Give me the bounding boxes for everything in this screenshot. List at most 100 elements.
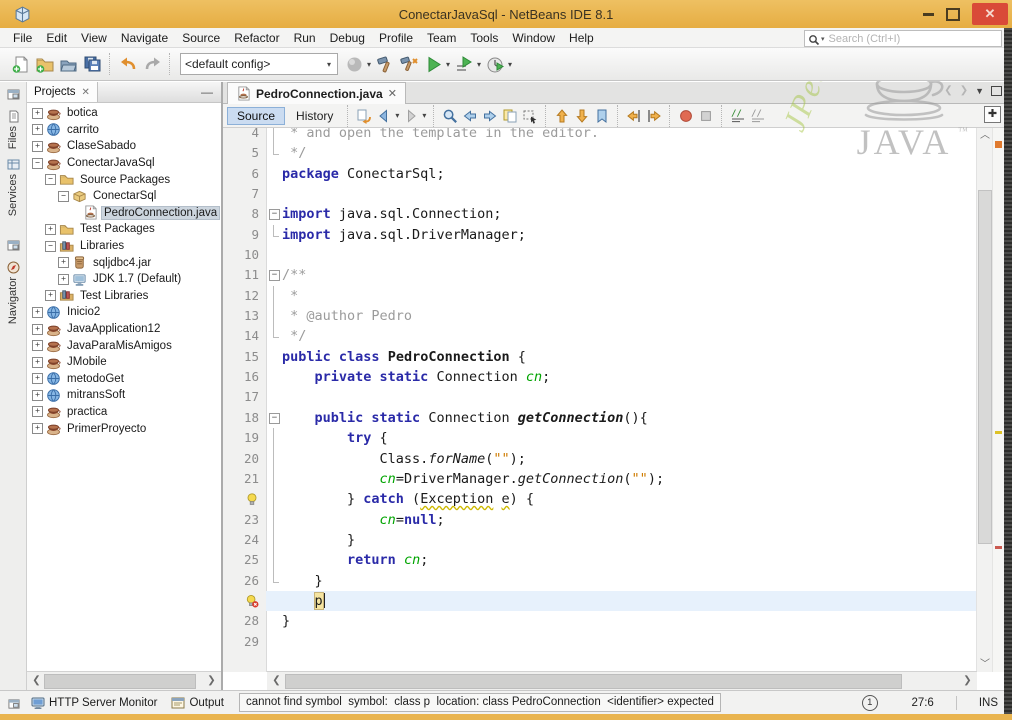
maximize-editor-icon[interactable] bbox=[991, 85, 1002, 96]
code-line-5[interactable]: 5 */ bbox=[223, 143, 977, 163]
tree-item-clasesabado[interactable]: + ClaseSabado bbox=[27, 138, 221, 155]
code-line-28[interactable]: 28} bbox=[223, 611, 977, 631]
dock-window-icon[interactable] bbox=[8, 697, 20, 709]
code-line-20[interactable]: 20 Class.forName(""); bbox=[223, 448, 977, 469]
tree-item-jmobile[interactable]: + JMobile bbox=[27, 354, 221, 371]
view-toggle-history[interactable]: History bbox=[287, 108, 342, 124]
expand-toggle-icon[interactable]: + bbox=[32, 140, 43, 152]
warning-stripe-mark[interactable] bbox=[995, 431, 1002, 434]
projects-h-scrollbar[interactable]: ❮ ❯ bbox=[27, 671, 221, 690]
split-editor-icon[interactable]: ✚ bbox=[984, 106, 1001, 123]
find-previous-icon[interactable] bbox=[460, 106, 480, 126]
menu-item-profile[interactable]: Profile bbox=[372, 28, 420, 48]
code-line-24[interactable]: 24 } bbox=[223, 529, 977, 551]
save-all-icon[interactable] bbox=[80, 52, 104, 76]
line-number[interactable]: 4 bbox=[223, 128, 266, 143]
forward-icon[interactable] bbox=[401, 106, 421, 126]
code-line-12[interactable]: 12 * bbox=[223, 285, 977, 307]
line-number[interactable]: 20 bbox=[223, 449, 266, 469]
tree-item-test-packages[interactable]: + Test Packages bbox=[27, 221, 221, 238]
line-number[interactable]: 19 bbox=[223, 428, 266, 448]
tree-item-conectarjavasql[interactable]: − ConectarJavaSql bbox=[27, 155, 221, 172]
code-line-18[interactable]: 18− public static Connection getConnecti… bbox=[223, 408, 977, 428]
view-toggle-source[interactable]: Source bbox=[227, 106, 286, 125]
expand-toggle-icon[interactable]: + bbox=[32, 423, 43, 435]
code-line-17[interactable]: 17 bbox=[223, 387, 977, 407]
code-line-26[interactable]: 26 } bbox=[223, 570, 977, 591]
stop-macro-icon[interactable] bbox=[696, 106, 716, 126]
rail-tab-navigator[interactable]: Navigator bbox=[7, 277, 19, 324]
dock-window-icon[interactable] bbox=[7, 88, 20, 101]
expand-toggle-icon[interactable]: + bbox=[32, 406, 43, 418]
tab-pedroconnection-java[interactable]: PedroConnection.java ✕ bbox=[227, 82, 406, 104]
code-line-19[interactable]: 19 try { bbox=[223, 428, 977, 449]
last-edit-icon[interactable] bbox=[354, 106, 374, 126]
close-icon[interactable]: ✕ bbox=[972, 3, 1008, 25]
code-line-9[interactable]: 9 import java.sql.DriverManager; bbox=[223, 224, 977, 245]
line-number[interactable]: 7 bbox=[223, 184, 266, 204]
comment-icon[interactable]: // bbox=[728, 106, 748, 126]
collapse-toggle-icon[interactable]: − bbox=[45, 240, 56, 252]
shift-right-icon[interactable] bbox=[644, 106, 664, 126]
minimize-icon[interactable] bbox=[923, 12, 934, 16]
tree-item-javaparamisamigos[interactable]: + JavaParaMisAmigos bbox=[27, 337, 221, 354]
menu-item-source[interactable]: Source bbox=[175, 28, 227, 48]
tab-projects[interactable]: Projects ✕ bbox=[27, 82, 98, 102]
tree-item-carrito[interactable]: + carrito bbox=[27, 122, 221, 139]
fold-margin[interactable]: − bbox=[266, 408, 282, 428]
line-number[interactable]: 25 bbox=[223, 550, 266, 570]
code-line-22[interactable]: } catch (Exception e) { bbox=[223, 489, 977, 510]
code-line-13[interactable]: 13 * @author Pedro bbox=[223, 306, 977, 327]
line-number[interactable]: 11 bbox=[223, 265, 266, 285]
line-number[interactable]: 8 bbox=[223, 204, 266, 224]
menu-item-refactor[interactable]: Refactor bbox=[227, 28, 286, 48]
fold-margin[interactable]: − bbox=[266, 265, 282, 285]
tree-item-javaapplication12[interactable]: + JavaApplication12 bbox=[27, 321, 221, 338]
next-bookmark-icon[interactable] bbox=[572, 106, 592, 126]
code-line-11[interactable]: 11−/** bbox=[223, 265, 977, 285]
expand-toggle-icon[interactable]: + bbox=[32, 124, 43, 136]
tree-item-primerproyecto[interactable]: + PrimerProyecto bbox=[27, 420, 221, 437]
find-next-icon[interactable] bbox=[480, 106, 500, 126]
scroll-left-icon[interactable]: ❮ bbox=[30, 674, 43, 687]
code-line-10[interactable]: 10 bbox=[223, 245, 977, 265]
debug-dropdown-icon[interactable]: ▾ bbox=[477, 60, 481, 69]
dock-window-icon[interactable] bbox=[7, 239, 20, 252]
expand-toggle-icon[interactable]: + bbox=[45, 290, 56, 302]
code-line-4[interactable]: 4 * and open the template in the editor. bbox=[223, 128, 977, 144]
scroll-right-icon[interactable]: ❯ bbox=[205, 674, 218, 687]
collapse-toggle-icon[interactable]: − bbox=[45, 174, 56, 186]
menu-item-run[interactable]: Run bbox=[287, 28, 323, 48]
shift-left-icon[interactable] bbox=[624, 106, 644, 126]
expand-toggle-icon[interactable]: + bbox=[32, 373, 43, 385]
code-line-25[interactable]: 25 return cn; bbox=[223, 550, 977, 571]
error-stripe-mark[interactable] bbox=[995, 546, 1002, 549]
collapse-toggle-icon[interactable]: − bbox=[58, 190, 69, 202]
find-icon[interactable] bbox=[440, 106, 460, 126]
collapse-toggle-icon[interactable]: − bbox=[32, 157, 43, 169]
code-line-23[interactable]: 23 cn=null; bbox=[223, 509, 977, 530]
uncomment-icon[interactable]: // bbox=[748, 106, 768, 126]
code-line-7[interactable]: 7 bbox=[223, 184, 977, 204]
code-line-29[interactable]: 29 bbox=[223, 632, 977, 652]
back-dropdown-icon[interactable]: ▾ bbox=[395, 111, 399, 120]
scroll-tabs-right-icon[interactable]: ❯ bbox=[960, 85, 968, 96]
undo-icon[interactable] bbox=[116, 52, 140, 76]
line-number[interactable]: 29 bbox=[223, 632, 266, 652]
expand-toggle-icon[interactable]: + bbox=[58, 273, 69, 285]
line-number[interactable]: 9 bbox=[223, 225, 266, 245]
search-dropdown-icon[interactable]: ▾ bbox=[821, 35, 825, 43]
line-number[interactable]: 21 bbox=[223, 469, 266, 489]
line-number[interactable]: 28 bbox=[223, 611, 266, 631]
run-dropdown-icon[interactable]: ▾ bbox=[446, 60, 450, 69]
error-hint-icon[interactable] bbox=[223, 591, 266, 611]
expand-toggle-icon[interactable]: + bbox=[32, 389, 43, 401]
deploy-icon[interactable] bbox=[342, 52, 366, 76]
close-icon[interactable]: ✕ bbox=[82, 87, 90, 98]
forward-dropdown-icon[interactable]: ▾ bbox=[422, 111, 426, 120]
scroll-down-icon[interactable]: ﹀ bbox=[977, 657, 993, 672]
line-number[interactable]: 26 bbox=[223, 571, 266, 591]
rectangular-selection-icon[interactable] bbox=[520, 106, 540, 126]
rail-tab-files[interactable]: Files bbox=[7, 126, 19, 149]
code-line-27[interactable]: p bbox=[223, 590, 977, 612]
